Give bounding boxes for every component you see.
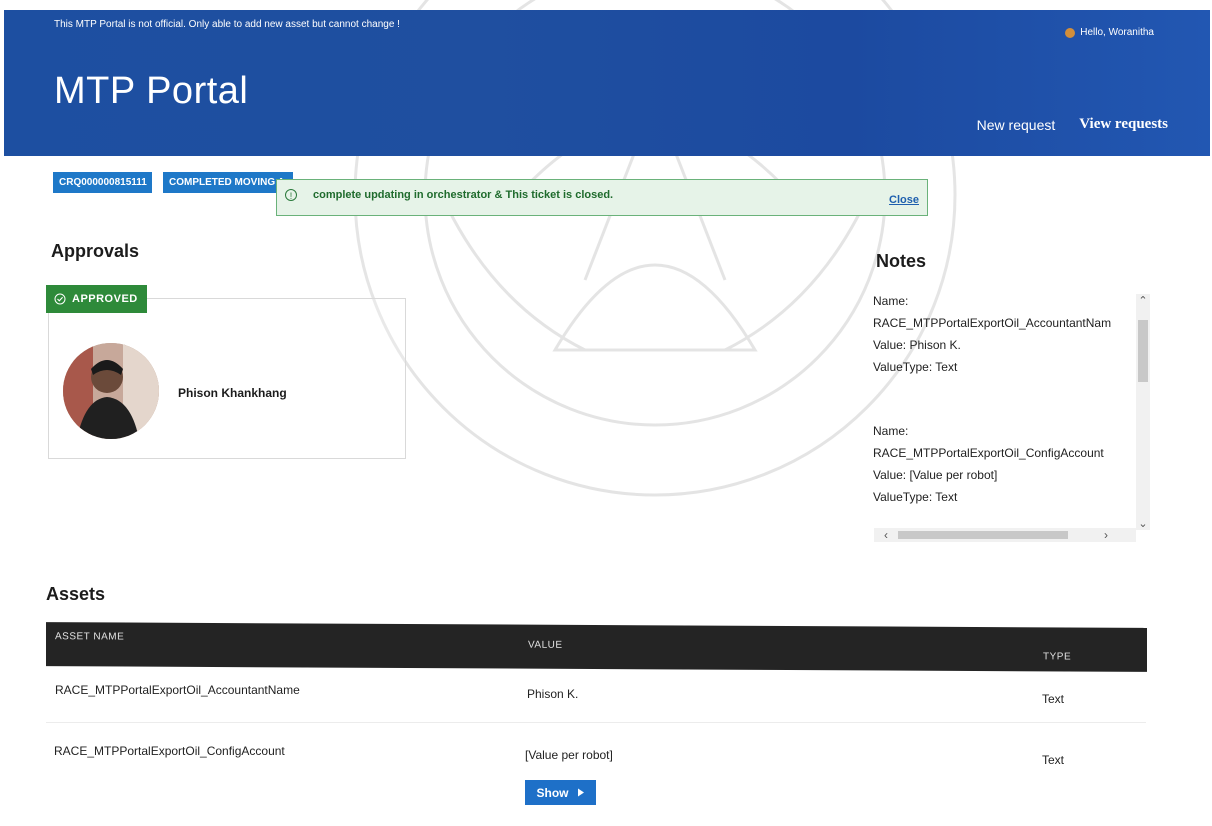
- ticket-id-badge: CRQ000000815111: [53, 172, 152, 193]
- main-nav: New request View requests: [977, 116, 1168, 133]
- ticket-status-badge: COMPLETED MOVING A: [163, 172, 293, 193]
- note-value: Value: [Value per robot]: [873, 468, 998, 482]
- column-header-asset-name: ASSET NAME: [55, 631, 125, 643]
- alert-message: complete updating in orchestrator & This…: [313, 189, 614, 201]
- approved-label: APPROVED: [72, 293, 138, 305]
- note-type: ValueType: Text: [873, 360, 958, 374]
- note-item: Name: RACE_MTPPortalExportOil_Accountant…: [873, 290, 1111, 378]
- alert-close-link[interactable]: Close: [889, 194, 919, 206]
- note-name-label: Name:: [873, 294, 909, 308]
- success-alert: ! complete updating in orchestrator & Th…: [276, 179, 928, 216]
- column-header-value: VALUE: [528, 639, 563, 651]
- row-divider: [46, 722, 1146, 723]
- asset-value-cell: [Value per robot]: [525, 748, 613, 762]
- asset-type-cell: Text: [1042, 692, 1065, 706]
- note-key: RACE_MTPPortalExportOil_ConfigAccount: [873, 446, 1104, 460]
- approved-badge: APPROVED: [46, 285, 147, 313]
- assets-heading: Assets: [46, 584, 106, 604]
- asset-name-cell: RACE_MTPPortalExportOil_AccountantName: [55, 683, 300, 697]
- portal-title: MTP Portal: [54, 70, 249, 112]
- scroll-thumb[interactable]: [1138, 320, 1148, 382]
- portal-header: This MTP Portal is not official. Only ab…: [4, 10, 1210, 156]
- approvals-heading: Approvals: [51, 241, 140, 261]
- asset-value-cell: Phison K.: [527, 687, 579, 701]
- show-button[interactable]: Show: [525, 780, 596, 805]
- check-circle-icon: [54, 293, 66, 305]
- disclaimer-text: This MTP Portal is not official. Only ab…: [54, 19, 400, 30]
- notes-horizontal-scrollbar[interactable]: ‹ ›: [874, 528, 1136, 542]
- play-arrow-icon: [577, 788, 584, 797]
- note-type: ValueType: Text: [873, 490, 958, 504]
- nav-view-requests[interactable]: View requests: [1079, 116, 1168, 133]
- nav-new-request[interactable]: New request: [977, 117, 1056, 133]
- column-header-type: TYPE: [1043, 651, 1072, 663]
- note-value: Value: Phison K.: [873, 338, 961, 352]
- asset-type-cell: Text: [1042, 753, 1065, 767]
- chevron-left-icon[interactable]: ‹: [884, 528, 888, 542]
- user-icon: [1065, 27, 1076, 38]
- user-greeting[interactable]: Hello, Woranitha: [1065, 27, 1154, 38]
- note-name-label: Name:: [873, 424, 909, 438]
- chevron-up-icon[interactable]: ⌃: [1137, 294, 1149, 307]
- chevron-right-icon[interactable]: ›: [1104, 528, 1108, 542]
- notes-heading: Notes: [876, 251, 927, 271]
- assets-table-header: ASSET NAME VALUE TYPE: [46, 622, 1147, 672]
- asset-name-cell: RACE_MTPPortalExportOil_ConfigAccount: [54, 744, 285, 758]
- greeting-text: Hello, Woranitha: [1080, 27, 1154, 38]
- notes-panel[interactable]: Name: RACE_MTPPortalExportOil_Accountant…: [870, 290, 1150, 550]
- notes-vertical-scrollbar[interactable]: ⌃ ⌄: [1136, 294, 1150, 530]
- chevron-down-icon[interactable]: ⌄: [1137, 517, 1149, 530]
- approver-avatar: [63, 343, 159, 439]
- info-icon: !: [285, 189, 297, 201]
- note-key: RACE_MTPPortalExportOil_AccountantNam: [873, 316, 1112, 330]
- note-item: Name: RACE_MTPPortalExportOil_ConfigAcco…: [873, 420, 1104, 508]
- approver-name: Phison Khankhang: [178, 386, 287, 400]
- scroll-thumb[interactable]: [898, 531, 1068, 539]
- show-button-label: Show: [536, 785, 569, 800]
